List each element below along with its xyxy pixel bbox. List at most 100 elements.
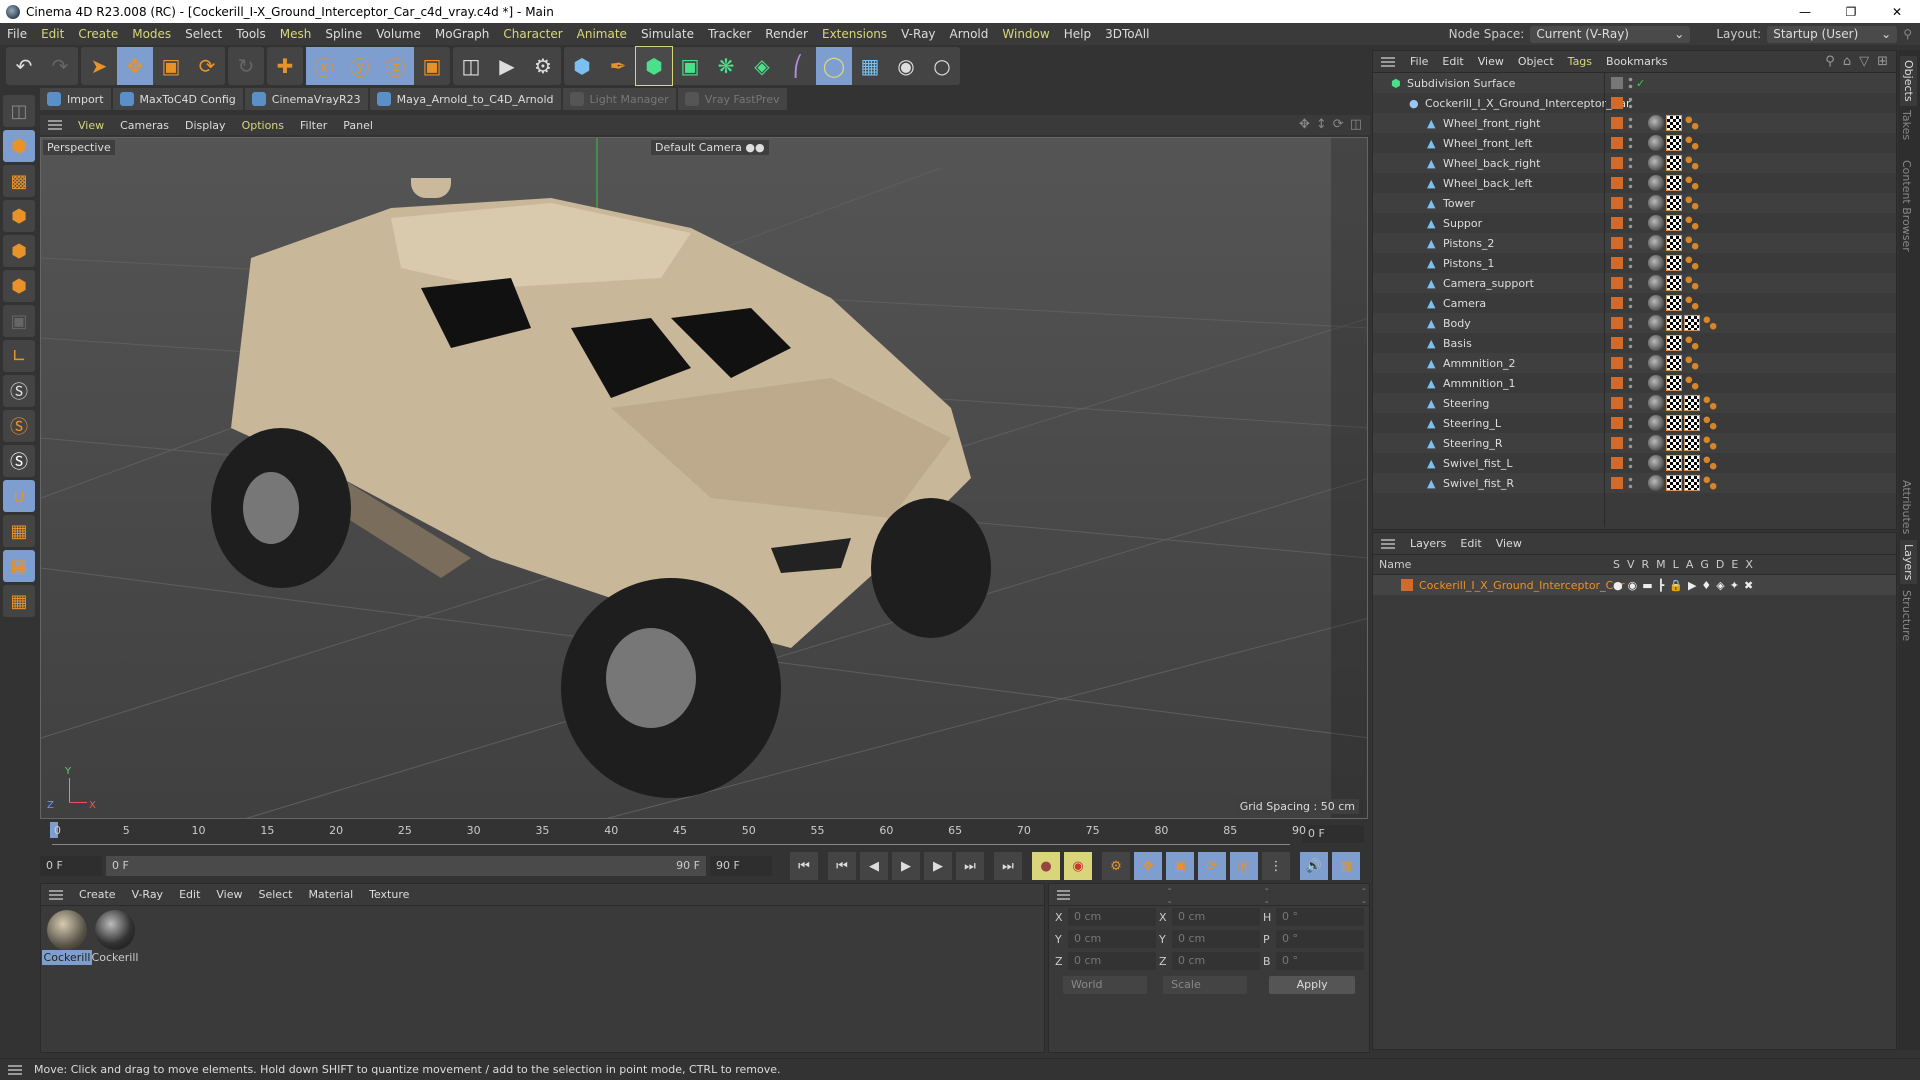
texture-tag-icon[interactable] [1684,475,1700,491]
layer-color-swatch[interactable] [1611,417,1623,429]
material-tag-icon[interactable] [1648,275,1664,291]
texture-tag-icon[interactable] [1684,315,1700,331]
mograph-cloner-icon[interactable]: ❋ [708,47,744,85]
orbit-view-icon[interactable]: ⟳ [1333,117,1344,132]
new-window-icon[interactable]: ⊞ [1877,54,1888,69]
lock-icon[interactable]: 🔒 [1669,579,1683,592]
menu-character[interactable]: Character [496,27,569,41]
menu-create[interactable]: Create [71,27,125,41]
vray-tag-icon[interactable] [1702,435,1718,451]
hamburger-menu-icon[interactable] [49,889,63,900]
menu-modes[interactable]: Modes [125,27,178,41]
texture-tag-icon[interactable] [1666,415,1682,431]
pen-icon[interactable]: ✒ [600,47,636,85]
vray-tag-icon[interactable] [1702,315,1718,331]
vehicle-model[interactable] [191,178,1171,798]
layer-color-swatch[interactable] [1611,137,1623,149]
layer-color-swatch[interactable] [1611,157,1623,169]
layer-color-swatch[interactable] [1611,97,1623,109]
material-tag-icon[interactable] [1648,375,1664,391]
close-button[interactable]: ✕ [1874,0,1920,23]
timeline-window-icon[interactable]: ▦ [1332,852,1360,880]
side-tab-layers[interactable]: Layers [1900,540,1917,585]
object-row[interactable]: ▲ Tower [1373,193,1896,213]
vray-tag-icon[interactable] [1684,115,1700,131]
apply-button[interactable]: Apply [1269,976,1355,994]
visibility-dots-icon[interactable] [1628,116,1633,130]
material-swatch[interactable]: Cockerill [92,910,138,965]
visible-icon[interactable]: ◉ [1628,579,1638,592]
deformer-icon[interactable]: ⎛ [780,47,816,85]
menu-animate[interactable]: Animate [570,27,634,41]
menu-mograph[interactable]: MoGraph [428,27,497,41]
previous-key-icon[interactable]: ⏮ [828,852,856,880]
size-mode-dropdown[interactable]: Scale [1163,976,1248,994]
key-rotation-icon[interactable]: ⟳ [1198,852,1226,880]
visibility-dots-icon[interactable] [1628,396,1633,410]
side-tab-takes[interactable]: Takes [1900,110,1913,140]
menu-extensions[interactable]: Extensions [815,27,894,41]
object-menu-bookmarks[interactable]: Bookmarks [1599,55,1674,68]
workplane-snap-icon[interactable]: Ⓢ [3,445,35,477]
search-icon[interactable]: ⚲ [1825,54,1835,69]
layer-color-swatch[interactable] [1611,237,1623,249]
vray-tag-icon[interactable] [1684,355,1700,371]
visibility-dots-icon[interactable] [1628,436,1633,450]
menu-window[interactable]: Window [995,27,1056,41]
material-menu-edit[interactable]: Edit [171,888,208,901]
previous-frame-icon[interactable]: ◀ [860,852,888,880]
menu-spline[interactable]: Spline [318,27,369,41]
next-key-icon[interactable]: ⏭ [956,852,984,880]
texture-tag-icon[interactable] [1684,395,1700,411]
visibility-dots-icon[interactable] [1628,256,1633,270]
texture-tag-icon[interactable] [1666,355,1682,371]
model-mode-icon[interactable]: ⬢ [3,130,35,162]
texture-tag-icon[interactable] [1666,295,1682,311]
visibility-dots-icon[interactable] [1628,476,1633,490]
material-tag-icon[interactable] [1648,135,1664,151]
layer-color-swatch[interactable] [1611,277,1623,289]
layer-color-swatch[interactable] [1611,477,1623,489]
keyframe-selection-icon[interactable]: ⚙ [1102,852,1130,880]
visibility-dots-icon[interactable] [1628,296,1633,310]
visibility-dots-icon[interactable] [1628,456,1633,470]
texture-tag-icon[interactable] [1666,275,1682,291]
filter-icon[interactable]: ▽ [1859,54,1869,69]
visibility-dots-icon[interactable] [1628,136,1633,150]
object-menu-file[interactable]: File [1403,55,1435,68]
object-row[interactable]: ● Cockerill_I_X_Ground_Interceptor_Car [1373,93,1896,113]
material-tag-icon[interactable] [1648,315,1664,331]
vray-tag-icon[interactable] [1684,275,1700,291]
menu-v-ray[interactable]: V-Ray [894,27,942,41]
object-row[interactable]: ▲ Basis [1373,333,1896,353]
plugin-light-manager[interactable]: Light Manager [562,88,676,110]
object-row[interactable]: ▲ Camera [1373,293,1896,313]
material-menu-v-ray[interactable]: V-Ray [124,888,172,901]
texture-tag-icon[interactable] [1684,455,1700,471]
hamburger-menu-icon[interactable] [48,120,62,130]
rotate-tool-icon[interactable]: ⟳ [189,47,225,85]
menu-select[interactable]: Select [178,27,229,41]
vray-tag-icon[interactable] [1684,195,1700,211]
object-row[interactable]: ▲ Wheel_back_right [1373,153,1896,173]
layer-color-swatch[interactable] [1611,117,1623,129]
key-parameter-icon[interactable]: Ⓟ [1230,852,1258,880]
texture-tag-icon[interactable] [1666,315,1682,331]
vray-tag-icon[interactable] [1684,335,1700,351]
undo-icon[interactable]: ↶ [6,47,42,85]
vray-tag-icon[interactable] [1684,235,1700,251]
generator-icon[interactable]: ♦ [1701,579,1711,592]
side-tab-attributes[interactable]: Attributes [1900,480,1913,534]
texture-tag-icon[interactable] [1666,255,1682,271]
object-row[interactable]: ▲ Steering [1373,393,1896,413]
b-value-field[interactable]: 0 ° [1276,952,1364,970]
autokeying-icon[interactable]: ◉ [1064,852,1092,880]
material-tag-icon[interactable] [1648,455,1664,471]
menu-tracker[interactable]: Tracker [701,27,758,41]
texture-tag-icon[interactable] [1666,135,1682,151]
visibility-dots-icon[interactable] [1628,216,1633,230]
layer-color-swatch[interactable] [1611,197,1623,209]
start-frame-field[interactable]: 0 F [40,856,102,876]
material-tag-icon[interactable] [1648,435,1664,451]
object-row[interactable]: ▲ Ammnition_1 [1373,373,1896,393]
